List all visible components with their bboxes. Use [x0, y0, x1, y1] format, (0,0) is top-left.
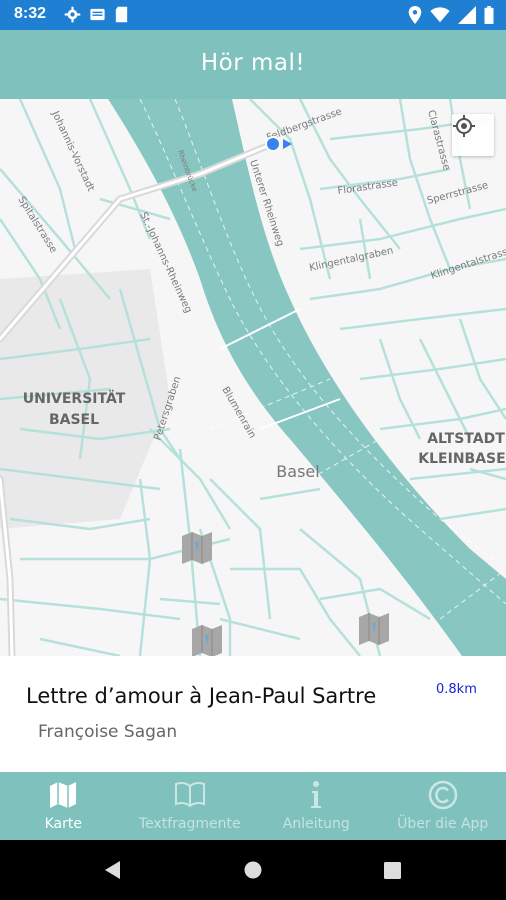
area-label-altstadt: ALTSTADT — [427, 431, 505, 447]
area-label-universitaet: UNIVERSITÄT — [23, 390, 126, 407]
city-label: Basel — [276, 462, 319, 481]
recents-icon[interactable] — [384, 862, 401, 879]
poi-map-marker[interactable] — [182, 532, 212, 564]
street-label-clarastrasse: Clarastrasse — [425, 109, 452, 172]
poi-map-marker[interactable] — [359, 613, 389, 645]
street-label-klingentalgraben: Klingentalgraben — [308, 245, 394, 274]
area-label-basel-uni: BASEL — [49, 412, 99, 428]
map-view[interactable]: Feldbergstrasse Johannis-Vorstadt Spital… — [0, 99, 506, 656]
selected-poi-card[interactable]: Lettre d’amour à Jean-Paul Sartre 0.8km … — [0, 656, 506, 772]
nav-item-anleitung[interactable]: Anleitung — [253, 772, 380, 840]
settings-icon — [64, 6, 81, 23]
my-location-button[interactable] — [452, 114, 494, 156]
location-pin-icon — [408, 6, 422, 24]
street-label-sperrstrasse: Sperrstrasse — [426, 180, 490, 207]
map-canvas: Feldbergstrasse Johannis-Vorstadt Spital… — [0, 99, 506, 656]
news-icon — [90, 8, 105, 21]
bottom-navigation: Karte Textfragmente Anleitung Über die A… — [0, 772, 506, 840]
back-icon[interactable] — [103, 860, 123, 880]
app-bar: Hör mal! — [0, 30, 506, 99]
nav-item-ueber-die-app[interactable]: Über die App — [380, 772, 506, 840]
street-label-spitalstrasse: Spitalstrasse — [15, 195, 58, 255]
system-navigation-bar — [0, 840, 506, 900]
poi-map-marker[interactable] — [192, 625, 222, 656]
status-time: 8:32 — [14, 5, 47, 22]
info-icon — [311, 781, 322, 808]
area-label-kleinbasel: KLEINBASE — [418, 451, 505, 467]
wifi-icon — [430, 7, 450, 23]
user-location-marker — [265, 136, 292, 152]
nav-label-textfragmente: Textfragmente — [138, 816, 241, 832]
poi-author: Françoise Sagan — [38, 722, 178, 742]
status-bar: 8:32 — [0, 0, 506, 30]
street-label-blumenrain: Blumenrain — [219, 385, 257, 440]
nav-label-karte: Karte — [44, 816, 82, 832]
signal-icon — [458, 6, 476, 24]
book-icon — [174, 781, 205, 808]
home-icon[interactable] — [244, 861, 262, 879]
crosshair-icon — [453, 115, 475, 137]
copyright-icon — [428, 780, 457, 810]
nav-item-textfragmente[interactable]: Textfragmente — [127, 772, 254, 840]
poi-distance: 0.8km — [436, 682, 477, 697]
sd-card-icon — [115, 6, 128, 23]
battery-icon — [484, 6, 494, 24]
nav-label-anleitung: Anleitung — [282, 816, 350, 832]
map-icon — [50, 782, 77, 808]
app-title: Hör mal! — [200, 50, 306, 76]
nav-label-ueber-die-app: Über die App — [397, 816, 489, 832]
street-label-klingentalstrasse: Klingentalstrasse — [430, 245, 506, 282]
poi-title: Lettre d’amour à Jean-Paul Sartre — [26, 684, 377, 708]
nav-item-karte[interactable]: Karte — [0, 772, 127, 840]
